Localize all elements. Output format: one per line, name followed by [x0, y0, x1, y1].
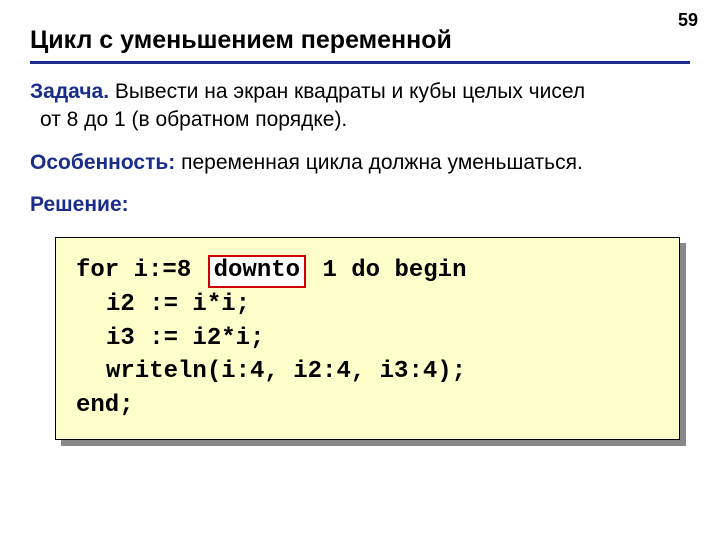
task-paragraph: Задача. Вывести на экран квадраты и кубы… — [30, 78, 690, 135]
code-line-3: i3 := i2*i; — [106, 325, 264, 352]
code-block: for i:=8 downto 1 do begin i2 := i*i; i3… — [55, 237, 680, 439]
task-text-line2: от 8 до 1 (в обратном порядке). — [30, 108, 347, 131]
page-title: Цикл с уменьшением переменной — [30, 26, 690, 64]
feature-text: переменная цикла должна уменьшаться. — [175, 151, 583, 174]
task-text-line1: Вывести на экран квадраты и кубы целых ч… — [109, 80, 585, 103]
code-line-2: i2 := i*i; — [106, 291, 250, 318]
code-box: for i:=8 downto 1 do begin i2 := i*i; i3… — [55, 237, 680, 439]
solution-label: Решение: — [30, 193, 129, 216]
task-label: Задача. — [30, 80, 109, 103]
slide-content: Цикл с уменьшением переменной Задача. Вы… — [0, 0, 720, 460]
page-number: 59 — [678, 10, 698, 31]
feature-paragraph: Особенность: переменная цикла должна уме… — [30, 149, 690, 177]
code-line-5: end; — [76, 392, 134, 419]
feature-label: Особенность: — [30, 151, 175, 174]
highlight-downto: downto — [208, 255, 306, 288]
code-line-1a: for i:=8 — [76, 257, 206, 284]
solution-paragraph: Решение: — [30, 191, 690, 219]
code-line-1b: 1 do begin — [308, 257, 466, 284]
code-line-4: writeln(i:4, i2:4, i3:4); — [106, 358, 466, 385]
